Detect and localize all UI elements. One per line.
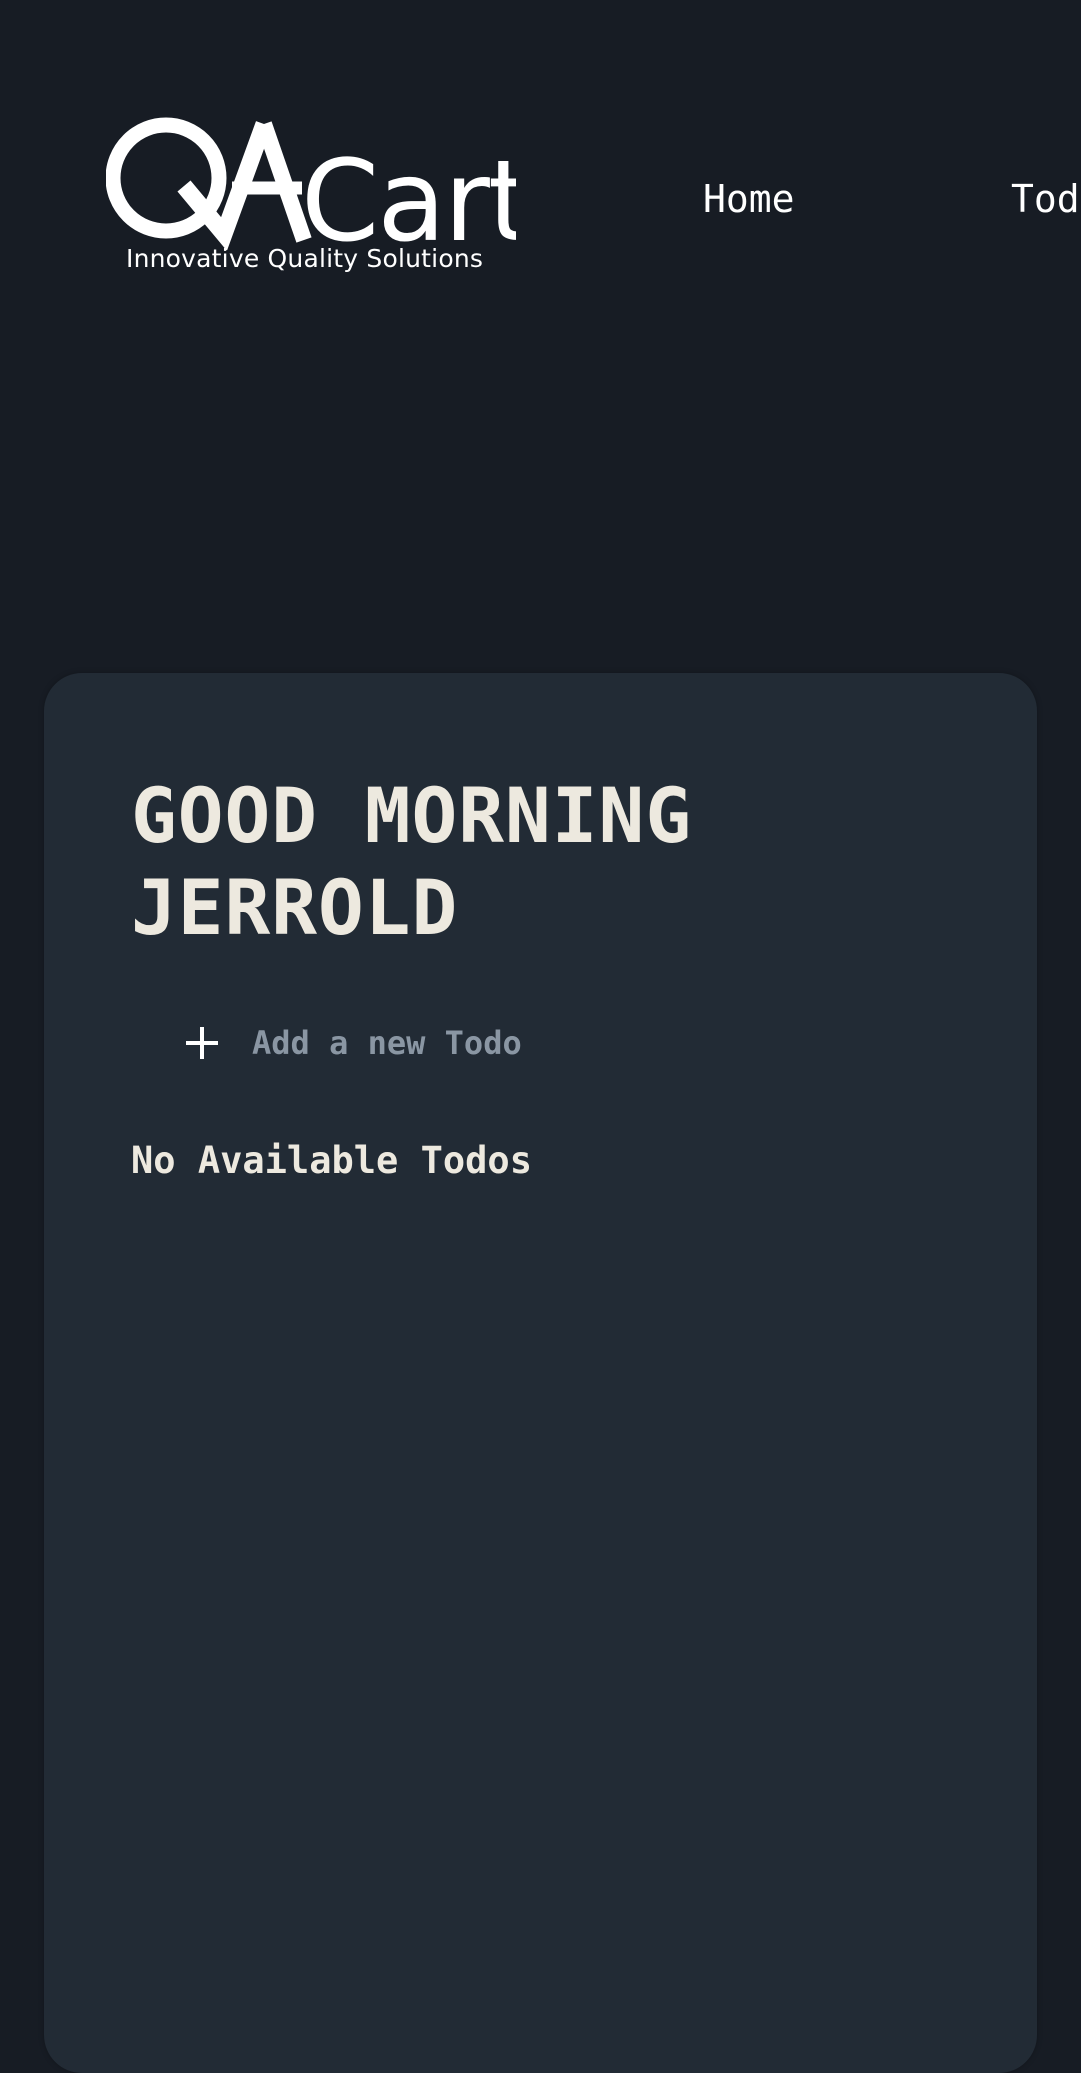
logo-tagline: Innovative Quality Solutions	[126, 244, 484, 273]
site-header: Cart Innovative Quality Solutions Home T…	[0, 0, 1081, 330]
qacart-logo[interactable]: Cart Innovative Quality Solutions	[106, 116, 516, 286]
qacart-logo-mark: Cart	[106, 117, 516, 250]
todo-card: GOOD MORNING JERROLD No Available Todos	[44, 673, 1037, 2073]
add-todo-row	[172, 1008, 772, 1078]
greeting-title: GOOD MORNING JERROLD	[131, 771, 693, 952]
add-todo-button[interactable]	[172, 1013, 232, 1073]
nav-todo-link[interactable]: Todo	[1011, 174, 1081, 224]
nav-home-link[interactable]: Home	[703, 174, 795, 224]
plus-icon	[186, 1027, 218, 1059]
svg-text:Cart: Cart	[301, 137, 516, 250]
empty-todos-message: No Available Todos	[131, 1139, 532, 1182]
new-todo-input[interactable]	[252, 1013, 772, 1073]
